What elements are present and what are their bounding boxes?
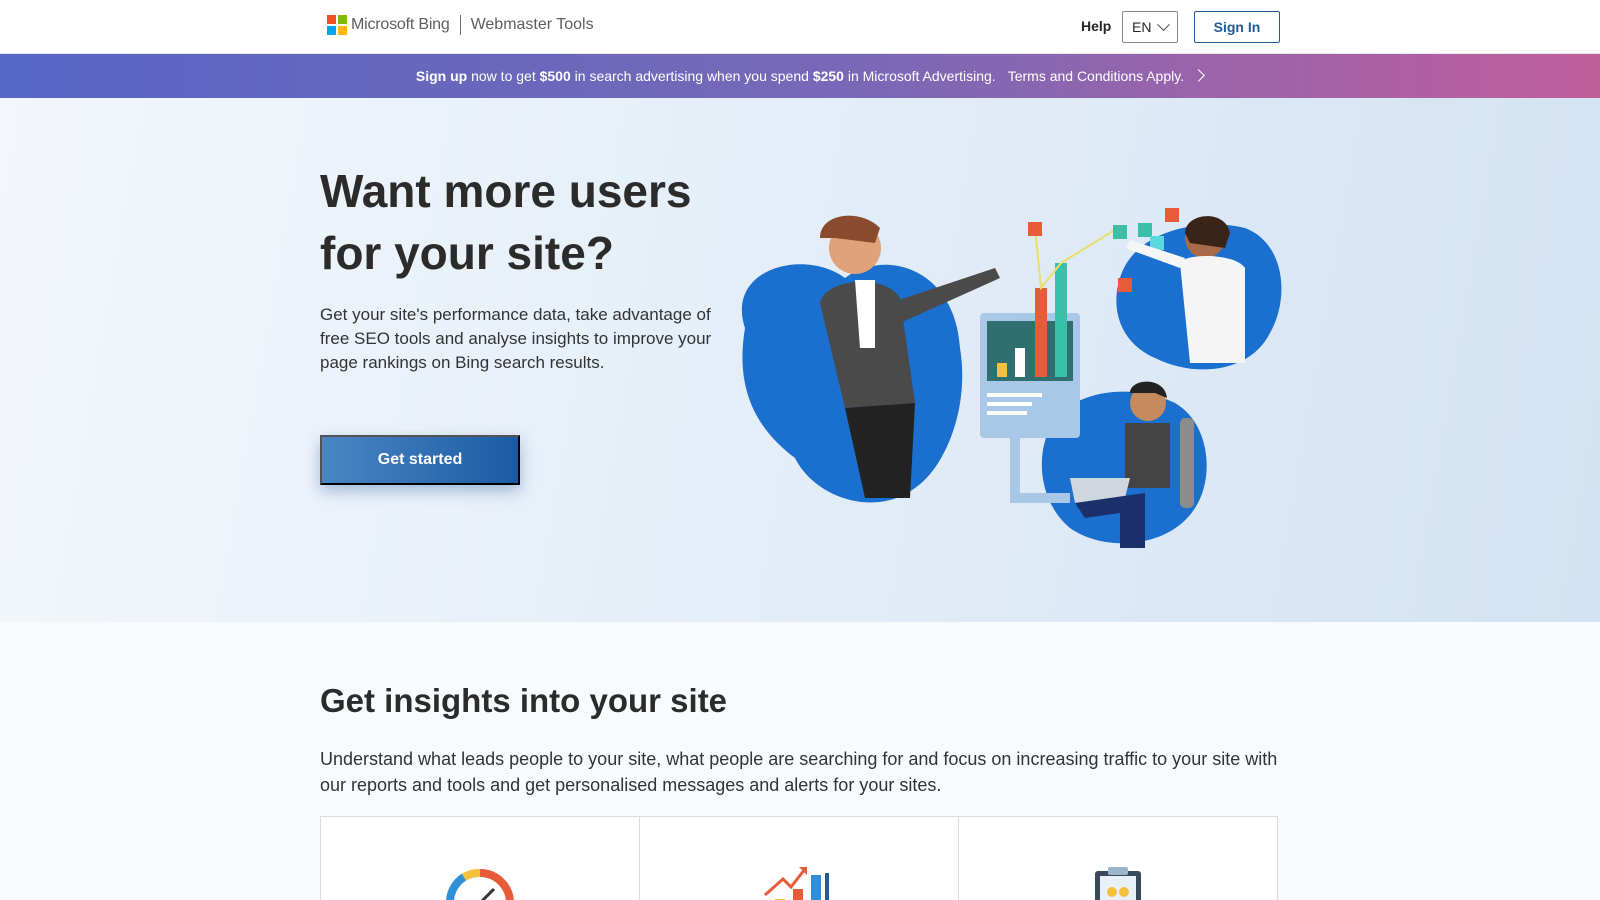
gauge-icon (446, 869, 514, 900)
logo-divider (459, 15, 461, 35)
sign-in-button[interactable]: Sign In (1194, 11, 1280, 43)
promo-text: Sign up now to get $500 in search advert… (416, 68, 996, 84)
hero-section: Want more users for your site? Get your … (0, 98, 1600, 622)
language-selector[interactable]: EN (1122, 11, 1178, 43)
bar-chart-trend-icon (764, 867, 829, 900)
hero-illustration (741, 208, 1282, 548)
card-reports[interactable] (640, 817, 959, 900)
promo-text-3: in Microsoft Advertising. (847, 68, 996, 84)
help-link[interactable]: Help (1081, 18, 1111, 34)
insights-description: Understand what leads people to your sit… (320, 749, 1278, 795)
hero-description: Get your site's performance data, take a… (320, 305, 712, 372)
brand-name: Microsoft Bing (351, 16, 450, 33)
top-header: Microsoft Bing Webmaster Tools Help EN S… (0, 0, 1600, 54)
clipboard-icon (1095, 867, 1141, 900)
promo-banner[interactable]: Sign up now to get $500 in search advert… (0, 54, 1600, 98)
product-name: Webmaster Tools (470, 16, 594, 33)
promo-text-1: now to get (471, 68, 536, 84)
insights-title: Get insights into your site (320, 682, 728, 719)
bing-webmaster-logo[interactable]: Microsoft Bing Webmaster Tools (327, 15, 594, 35)
promo-amount-1: $500 (539, 68, 571, 84)
card-performance[interactable] (321, 817, 640, 900)
microsoft-logo-icon (327, 15, 347, 35)
promo-text-2: in search advertising when you spend (574, 68, 809, 84)
promo-signup[interactable]: Sign up (416, 68, 467, 84)
card-alerts[interactable] (959, 817, 1277, 900)
promo-amount-2: $250 (812, 68, 844, 84)
hero-title: Want more users for your site? (320, 165, 692, 279)
language-value: EN (1132, 19, 1152, 35)
insights-cards (320, 816, 1278, 900)
get-started-button[interactable]: Get started (320, 435, 520, 485)
promo-terms-link[interactable]: Terms and Conditions Apply. (1008, 68, 1184, 84)
chevron-down-icon (1157, 17, 1171, 31)
chevron-right-icon[interactable] (1192, 69, 1205, 82)
